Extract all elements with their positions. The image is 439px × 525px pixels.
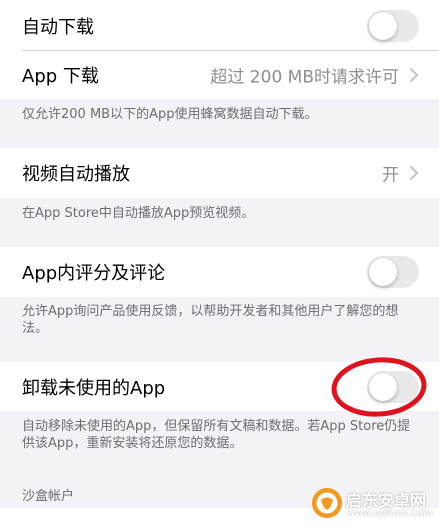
auto-download-toggle[interactable] [367,9,419,42]
chevron-right-icon [410,68,418,82]
app-download-label: App 下载 [22,66,99,87]
app-download-row[interactable]: App 下载 超过 200 MB时请求许可 [0,51,439,99]
auto-download-row: 自动下载 [0,0,439,51]
sandbox-account-header: 沙盒帐户 [22,489,75,504]
toggle-knob [369,258,397,286]
offload-apps-label: 卸载未使用的App [22,377,166,399]
chevron-right-icon [410,166,418,180]
video-autoplay-label: 视频自动播放 [22,164,130,185]
ratings-reviews-toggle[interactable] [367,256,419,288]
app-download-value: 超过 200 MB时请求许可 [210,67,399,88]
offload-apps-footer: 自动移除未使用的App，但保留所有文稿和数据。若App Store仍提供该App… [22,419,411,451]
toggle-knob [369,11,397,40]
app-download-footer: 仅允许200 MB以下的App使用蜂窝数据自动下载。 [22,107,318,122]
video-autoplay-value: 开 [382,165,399,186]
auto-download-label: 自动下载 [22,16,94,38]
video-autoplay-footer: 在App Store中自动播放App预览视频。 [22,206,255,221]
ratings-reviews-row: App内评分及评论 [0,247,439,297]
annotation-circle [331,357,427,417]
ratings-reviews-label: App内评分及评论 [22,263,166,284]
watermark-logo-icon [312,488,342,518]
watermark-url: www.qdfuns.com [347,508,433,519]
video-autoplay-row[interactable]: 视频自动播放 开 [0,148,439,198]
ratings-reviews-footer: 允许App询问产品使用反馈，以帮助开发者和其他用户了解您的想法。 [22,304,399,336]
watermark: 启东安卓网 www.qdfuns.com [306,484,439,525]
